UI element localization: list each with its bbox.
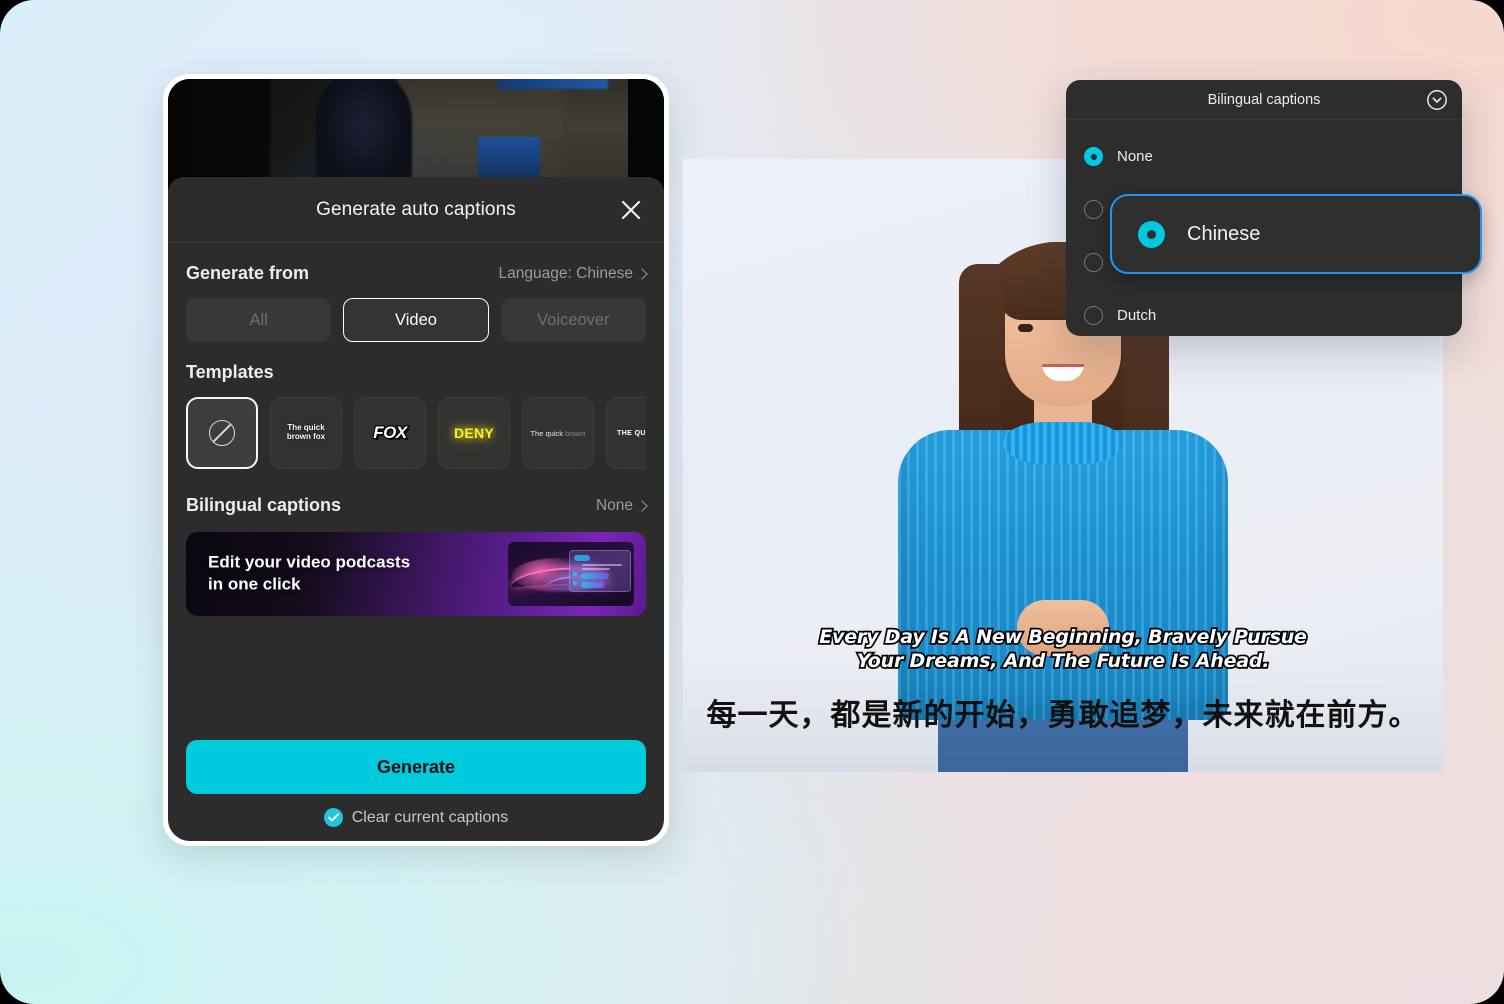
radio-unselected-icon: [1084, 306, 1103, 325]
generate-button[interactable]: Generate: [186, 740, 646, 794]
templates-row: Templates: [186, 362, 646, 383]
promo-text: Edit your video podcasts in one click: [208, 552, 411, 594]
bilingual-value: None: [595, 496, 633, 514]
templates-label: Templates: [186, 362, 274, 382]
radio-unselected-icon: [1084, 253, 1103, 272]
caption-english: Every Day Is A New Beginning, Bravely Pu…: [818, 624, 1309, 674]
language-value: Language: Chinese: [498, 264, 633, 282]
source-option-video[interactable]: Video: [343, 298, 489, 342]
phone-mockup: Generate auto captions Generate from Lan…: [163, 74, 669, 846]
source-option-voiceover[interactable]: Voiceover: [500, 298, 646, 342]
bilingual-selector[interactable]: None: [595, 496, 648, 515]
phone-video-preview: [168, 79, 664, 189]
phone-screen: Generate auto captions Generate from Lan…: [168, 79, 664, 841]
source-option-all[interactable]: All: [186, 298, 332, 342]
person-collar: [1003, 422, 1123, 464]
generate-from-label: Generate from: [186, 263, 310, 283]
dropdown-option-label: None: [1117, 148, 1153, 165]
generate-from-row: Generate from Language: Chinese: [186, 263, 648, 284]
sheet-body: Generate from Language: Chinese All Vide…: [168, 243, 664, 740]
template-deny-label: DENY: [453, 425, 495, 441]
video-laptop: [478, 137, 540, 179]
bilingual-row: Bilingual captions None: [186, 495, 648, 516]
dropdown-option-chinese-highlighted[interactable]: Chinese: [1110, 194, 1482, 274]
template-none[interactable]: [186, 397, 258, 469]
templates-strip[interactable]: The quick brown fox FOX DENY The quick b…: [186, 397, 646, 469]
sheet-header: Generate auto captions: [168, 177, 664, 243]
video-tv: [498, 79, 608, 89]
bilingual-label: Bilingual captions: [186, 495, 342, 515]
dropdown-option-dutch[interactable]: Dutch: [1066, 289, 1462, 342]
person-eye-left: [1018, 324, 1033, 332]
template-plain-label: The quick brown fox: [286, 423, 326, 441]
promo-artwork: [508, 542, 634, 606]
template-fox-label: FOX: [372, 422, 408, 443]
close-icon[interactable]: [618, 197, 644, 223]
template-caps[interactable]: THE QUICK B: [606, 397, 646, 469]
person-brow-left: [1014, 312, 1036, 317]
clear-captions-row[interactable]: Clear current captions: [186, 808, 646, 827]
template-dim[interactable]: The quick brown: [522, 397, 594, 469]
template-deny[interactable]: DENY: [438, 397, 510, 469]
generate-captions-sheet: Generate auto captions Generate from Lan…: [168, 177, 664, 841]
chevron-right-icon: [636, 267, 648, 280]
template-fox[interactable]: FOX: [354, 397, 426, 469]
language-selector[interactable]: Language: Chinese: [498, 264, 648, 283]
dropdown-option-chinese-label: Chinese: [1187, 222, 1261, 245]
source-options: All Video Voiceover: [186, 298, 646, 342]
dropdown-header: Bilingual captions: [1066, 80, 1462, 120]
template-dim-label: The quick brown: [530, 428, 586, 438]
chevron-right-icon: [636, 499, 648, 512]
template-plain[interactable]: The quick brown fox: [270, 397, 342, 469]
checkbox-checked-icon[interactable]: [323, 808, 343, 827]
template-caps-label: THE QUICK B: [617, 429, 646, 437]
video-person: [316, 79, 412, 189]
promo-banner[interactable]: Edit your video podcasts in one click: [186, 532, 646, 616]
dropdown-option-label: Dutch: [1117, 307, 1157, 324]
clear-captions-label: Clear current captions: [351, 808, 509, 826]
sheet-footer: Generate Clear current captions: [168, 740, 664, 841]
page-backdrop: Generate auto captions Generate from Lan…: [0, 0, 1504, 1004]
radio-selected-icon: [1138, 220, 1165, 248]
dropdown-title: Bilingual captions: [1207, 91, 1321, 108]
dropdown-option-none[interactable]: None: [1066, 130, 1462, 183]
bilingual-captions-dropdown: Bilingual captions None Dutch Chinese: [1066, 80, 1482, 336]
caption-overlay: Every Day Is A New Beginning, Bravely Pu…: [683, 624, 1443, 734]
radio-unselected-icon: [1084, 200, 1103, 219]
caption-chinese: 每一天，都是新的开始，勇敢追梦，未来就在前方。: [706, 698, 1420, 733]
sheet-title: Generate auto captions: [316, 198, 516, 220]
no-template-icon: [209, 420, 235, 446]
chevron-down-circle-icon[interactable]: [1426, 89, 1448, 111]
radio-selected-icon: [1084, 147, 1103, 166]
